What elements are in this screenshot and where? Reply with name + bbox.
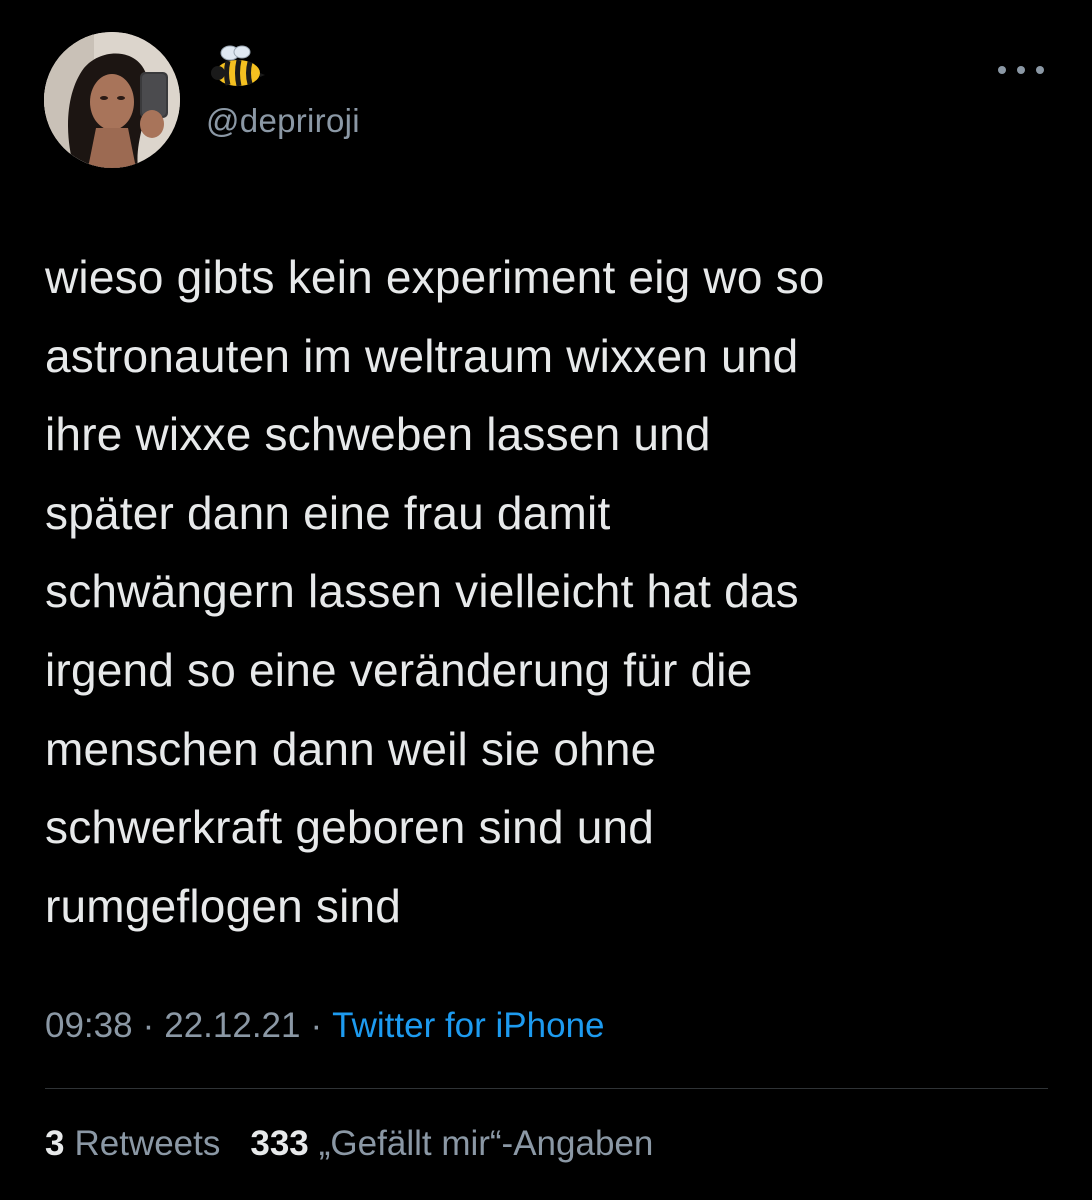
likes-label: „Gefällt mir“-Angaben [318, 1124, 654, 1163]
dot [1017, 66, 1025, 74]
dot [1036, 66, 1044, 74]
likes-count: 333 [250, 1124, 309, 1163]
avatar[interactable] [44, 32, 180, 168]
tweet-source-link[interactable]: Twitter for iPhone [332, 1006, 604, 1046]
retweets-count: 3 [45, 1124, 65, 1163]
tweet-stats: 3 Retweets 333 „Gefällt mir“-Angaben [45, 1124, 683, 1164]
tweet-meta: 09:38 · 22.12.21 · Twitter for iPhone [45, 1006, 605, 1046]
meta-separator: · [142, 1006, 155, 1045]
likes-stat[interactable]: 333 „Gefällt mir“-Angaben [250, 1124, 653, 1164]
display-name[interactable] [210, 42, 266, 90]
meta-separator: · [310, 1006, 323, 1045]
retweets-stat[interactable]: 3 Retweets [45, 1124, 220, 1164]
bee-emoji-icon [211, 45, 265, 87]
dot [998, 66, 1006, 74]
divider [45, 1088, 1048, 1089]
tweet-time[interactable]: 09:38 [45, 1006, 133, 1046]
retweets-label: Retweets [74, 1124, 221, 1163]
tweet-card: @depriroji wieso gibts kein experiment e… [0, 0, 1092, 1200]
tweet-text: wieso gibts kein experiment eig wo so as… [45, 251, 825, 932]
avatar-image [44, 32, 180, 168]
more-options-icon[interactable] [998, 58, 1044, 82]
tweet-date[interactable]: 22.12.21 [164, 1006, 300, 1046]
user-handle[interactable]: @depriroji [206, 102, 360, 140]
